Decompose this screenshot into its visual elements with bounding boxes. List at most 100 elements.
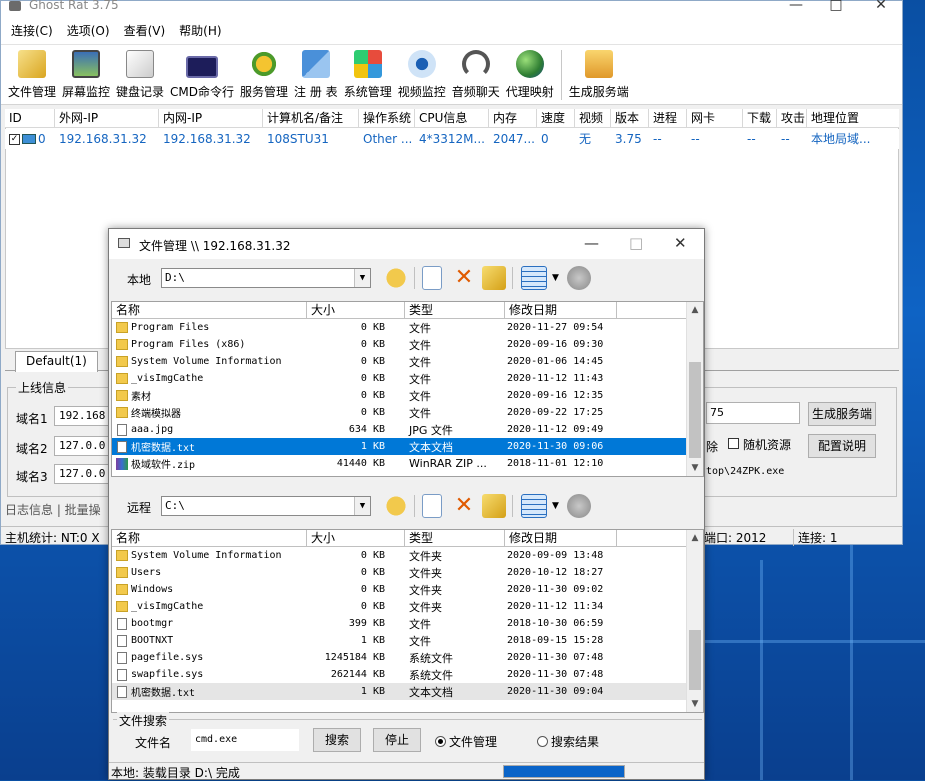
file-row[interactable]: System Volume Information 0 KB 文件 2020-01-0…	[112, 353, 687, 370]
col-computer-name[interactable]: 计算机名/备注	[263, 109, 359, 127]
menu-view[interactable]: 查看(V)	[124, 22, 166, 39]
delete-icon[interactable]: ✕	[452, 494, 476, 518]
file-row[interactable]: 极域软件.zip 41440 KB WinRAR ZIP ... 2018-11-01…	[112, 455, 687, 472]
chevron-down-icon[interactable]: ▼	[354, 269, 370, 287]
menu-options[interactable]: 选项(O)	[67, 22, 110, 39]
file-row[interactable]: _visImgCathe 0 KB 文件 2020-11-12 11:43	[112, 370, 687, 387]
screen-monitor-button[interactable]: 屏幕监控	[59, 50, 113, 104]
col-date[interactable]: 修改日期	[505, 302, 617, 318]
col-attack[interactable]: 攻击	[777, 109, 807, 127]
scroll-down-icon[interactable]: ▼	[687, 696, 703, 712]
file-row[interactable]: System Volume Information 0 KB 文件夹 2020-09-…	[112, 547, 687, 564]
new-folder-icon[interactable]	[482, 266, 506, 290]
col-nic[interactable]: 网卡	[687, 109, 743, 127]
log-tabs[interactable]: 日志信息 | 批量操	[5, 501, 101, 521]
build-server-small-button[interactable]: 生成服务端	[808, 402, 876, 426]
col-download[interactable]: 下载	[743, 109, 777, 127]
tab-default[interactable]: Default(1)	[15, 351, 98, 372]
view-mode-icon[interactable]	[521, 266, 547, 290]
port-field[interactable]: 75	[706, 402, 800, 424]
build-server-button[interactable]: 生成服务端	[566, 50, 632, 104]
new-file-icon[interactable]	[422, 494, 442, 518]
maximize-icon[interactable]: □	[629, 234, 643, 252]
scroll-down-icon[interactable]: ▼	[687, 460, 703, 476]
domain1-field[interactable]: 192.168.3	[54, 406, 114, 426]
chevron-down-icon[interactable]: ▼	[552, 273, 559, 283]
host-row[interactable]: ✓ 0 192.168.31.32 192.168.31.32 108STU31…	[5, 129, 899, 149]
col-cpu[interactable]: CPU信息	[415, 109, 489, 127]
file-row[interactable]: Program Files (x86) 0 KB 文件 2020-09-16 09:3…	[112, 336, 687, 353]
col-size[interactable]: 大小	[307, 530, 405, 546]
new-folder-icon[interactable]	[482, 494, 506, 518]
scroll-thumb[interactable]	[689, 630, 701, 690]
radio-search-results[interactable]: 搜索结果	[537, 733, 599, 750]
domain3-field[interactable]: 127.0.0.1	[54, 464, 114, 484]
col-size[interactable]: 大小	[307, 302, 405, 318]
file-row[interactable]: 素材 0 KB 文件 2020-09-16 12:35	[112, 387, 687, 404]
file-row[interactable]: Windows 0 KB 文件夹 2020-11-30 09:02	[112, 581, 687, 598]
checkbox-icon[interactable]: ✓	[9, 133, 20, 145]
col-wan-ip[interactable]: 外网-IP	[55, 109, 159, 127]
col-type[interactable]: 类型	[405, 302, 505, 318]
file-row[interactable]: swapfile.sys 262144 KB 系统文件 2020-11-30 07:4…	[112, 666, 687, 683]
scroll-thumb[interactable]	[689, 362, 701, 458]
file-row[interactable]: 机密数据.txt 1 KB 文本文档 2020-11-30 09:04	[112, 683, 687, 700]
remote-path-combo[interactable]: C:\ ▼	[161, 496, 371, 516]
menu-connect[interactable]: 连接(C)	[11, 22, 53, 39]
col-speed[interactable]: 速度	[537, 109, 575, 127]
col-id[interactable]: ID	[5, 109, 55, 127]
close-icon[interactable]: ✕	[674, 234, 687, 252]
chevron-down-icon[interactable]: ▼	[354, 497, 370, 515]
close-icon[interactable]: ✕	[866, 0, 896, 13]
stop-icon[interactable]	[567, 266, 591, 290]
proxy-mapping-button[interactable]: 代理映射	[503, 50, 557, 104]
chevron-down-icon[interactable]: ▼	[552, 501, 559, 511]
col-location[interactable]: 地理位置	[807, 109, 889, 127]
system-manager-button[interactable]: 系统管理	[341, 50, 395, 104]
file-row[interactable]: pagefile.sys 1245184 KB 系统文件 2020-11-30 07:…	[112, 649, 687, 666]
file-row[interactable]: bootmgr 399 KB 文件 2018-10-30 06:59	[112, 615, 687, 632]
registry-button[interactable]: 注 册 表	[291, 50, 341, 104]
local-scrollbar[interactable]: ▲ ▼	[686, 302, 703, 476]
view-mode-icon[interactable]	[521, 494, 547, 518]
file-row[interactable]: Users 0 KB 文件夹 2020-10-12 18:27	[112, 564, 687, 581]
col-version[interactable]: 版本	[611, 109, 649, 127]
col-os[interactable]: 操作系统	[359, 109, 415, 127]
file-row[interactable]: BOOTNXT 1 KB 文件 2018-09-15 15:28	[112, 632, 687, 649]
cmd-button[interactable]: CMD命令行	[167, 50, 237, 104]
service-manager-button[interactable]: 服务管理	[237, 50, 291, 104]
minimize-icon[interactable]: —	[781, 0, 811, 13]
maximize-icon[interactable]: □	[821, 0, 851, 13]
remote-scrollbar[interactable]: ▲ ▼	[686, 530, 703, 712]
col-type[interactable]: 类型	[405, 530, 505, 546]
minimize-icon[interactable]: —	[584, 234, 599, 252]
file-row[interactable]: _visImgCathe 0 KB 文件夹 2020-11-12 11:34	[112, 598, 687, 615]
file-row[interactable]: aaa.jpg 634 KB JPG 文件 2020-11-12 09:49	[112, 421, 687, 438]
file-manager-button[interactable]: 文件管理	[5, 50, 59, 104]
scroll-up-icon[interactable]: ▲	[687, 530, 703, 546]
local-path-combo[interactable]: D:\ ▼	[161, 268, 371, 288]
radio-file-manager[interactable]: 文件管理	[435, 733, 497, 750]
col-name[interactable]: 名称	[112, 530, 307, 546]
scroll-up-icon[interactable]: ▲	[687, 302, 703, 318]
menu-help[interactable]: 帮助(H)	[179, 22, 221, 39]
audio-chat-button[interactable]: 音频聊天	[449, 50, 503, 104]
up-folder-icon[interactable]	[384, 494, 408, 518]
config-help-button[interactable]: 配置说明	[808, 434, 876, 458]
file-row[interactable]: Program Files 0 KB 文件 2020-11-27 09:54	[112, 319, 687, 336]
col-date[interactable]: 修改日期	[505, 530, 617, 546]
col-lan-ip[interactable]: 内网-IP	[159, 109, 263, 127]
filename-input[interactable]: cmd.exe	[191, 729, 299, 751]
col-process[interactable]: 进程	[649, 109, 687, 127]
col-memory[interactable]: 内存	[489, 109, 537, 127]
random-resource-checkbox[interactable]	[728, 438, 739, 449]
stop-icon[interactable]	[567, 494, 591, 518]
video-monitor-button[interactable]: 视频监控	[395, 50, 449, 104]
delete-icon[interactable]: ✕	[452, 266, 476, 290]
col-name[interactable]: 名称	[112, 302, 307, 318]
up-folder-icon[interactable]	[384, 266, 408, 290]
stop-button[interactable]: 停止	[373, 728, 421, 752]
col-video[interactable]: 视频	[575, 109, 611, 127]
file-row[interactable]: 机密数据.txt 1 KB 文本文档 2020-11-30 09:06	[112, 438, 687, 455]
new-file-icon[interactable]	[422, 266, 442, 290]
